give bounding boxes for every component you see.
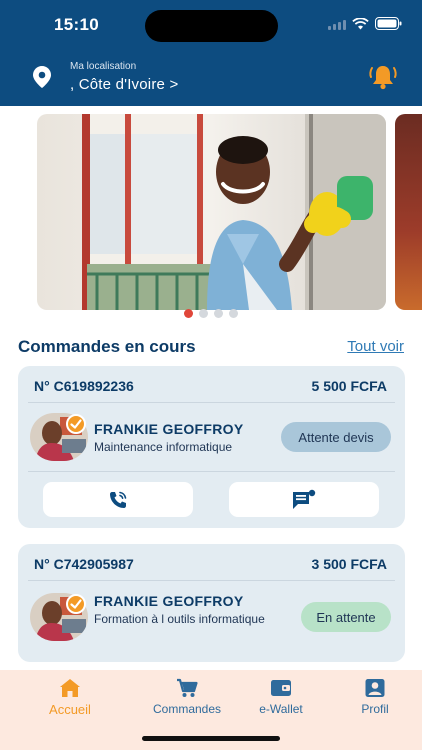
carousel-slide-next[interactable] <box>395 114 422 310</box>
carousel-slide-cleaning[interactable] <box>37 114 386 310</box>
status-icons <box>328 17 402 30</box>
carousel-dot[interactable] <box>184 309 193 318</box>
carousel-pagination <box>0 309 422 318</box>
verified-check-icon <box>66 414 86 434</box>
nav-item-orders[interactable]: Commandes <box>142 678 232 716</box>
cart-icon <box>177 678 198 697</box>
service-name: Maintenance informatique <box>94 440 233 454</box>
divider <box>28 580 395 581</box>
nav-item-wallet[interactable]: e-Wallet <box>236 678 326 716</box>
order-price: 5 500 FCFA <box>311 378 387 394</box>
wallet-icon <box>271 680 291 696</box>
home-indicator <box>142 736 280 741</box>
location-label: Ma localisation <box>70 61 137 72</box>
message-button[interactable] <box>229 482 379 517</box>
see-all-link[interactable]: Tout voir <box>347 338 404 355</box>
divider <box>28 402 395 403</box>
order-number: N° C619892236 <box>34 378 134 394</box>
nav-item-profile[interactable]: Profil <box>330 678 420 716</box>
carousel-dot[interactable] <box>199 309 208 318</box>
message-icon <box>293 489 316 509</box>
status-badge: En attente <box>301 602 391 632</box>
phone-call-icon <box>110 491 127 508</box>
section-title-orders: Commandes en cours <box>18 337 196 356</box>
carousel-dot[interactable] <box>214 309 223 318</box>
cleaning-woman-image <box>37 114 386 310</box>
provider-name: FRANKIE GEOFFROY <box>94 593 244 609</box>
nav-label: e-Wallet <box>259 702 303 716</box>
status-time: 15:10 <box>54 15 99 34</box>
order-price: 3 500 FCFA <box>311 556 387 572</box>
nav-label: Profil <box>361 702 389 716</box>
wifi-icon <box>352 17 369 29</box>
location-pin-icon[interactable] <box>33 66 51 88</box>
order-number: N° C742905987 <box>34 556 134 572</box>
profile-icon <box>365 679 385 697</box>
cellular-signal-icon <box>328 18 346 30</box>
notification-bell-icon[interactable] <box>368 63 398 91</box>
home-icon <box>60 679 80 697</box>
promo-carousel[interactable] <box>0 106 422 326</box>
battery-icon <box>375 17 402 30</box>
order-card[interactable]: N° C619892236 5 500 FCFA FRANKIE GEOFFRO… <box>18 366 405 528</box>
provider-name: FRANKIE GEOFFROY <box>94 421 244 437</box>
nav-label: Commandes <box>152 702 222 716</box>
nav-item-home[interactable]: Accueil <box>25 678 115 717</box>
carousel-dot[interactable] <box>229 309 238 318</box>
verified-check-icon <box>66 594 86 614</box>
app-header: 15:10 Ma localisation , Côte d'Ivoire > <box>0 0 422 106</box>
status-badge: Attente devis <box>281 422 391 452</box>
service-name: Formation à l outils informatique <box>94 612 265 626</box>
camera-notch <box>145 10 278 42</box>
nav-label: Accueil <box>49 702 91 717</box>
call-button[interactable] <box>43 482 193 517</box>
location-selector[interactable]: , Côte d'Ivoire > <box>70 76 178 93</box>
order-card[interactable]: N° C742905987 3 500 FCFA FRANKIE GEOFFRO… <box>18 544 405 662</box>
divider <box>28 471 395 472</box>
